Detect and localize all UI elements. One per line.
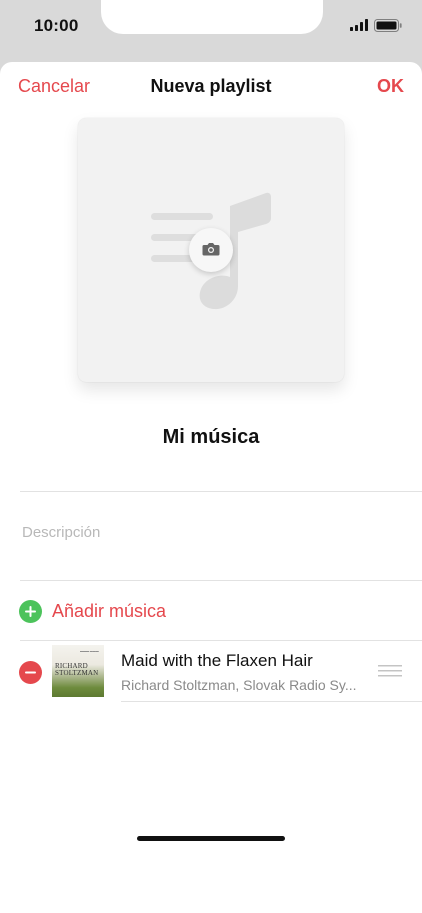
playlist-name-field[interactable]: Mi música	[0, 426, 422, 449]
add-icon[interactable]	[19, 600, 42, 623]
cancel-button[interactable]: Cancelar	[18, 76, 90, 97]
signal-icon	[350, 19, 368, 31]
divider	[20, 640, 422, 641]
album-art: ▬▬▬ ▬▬▬ RICHARD STOLTZMAN	[52, 645, 104, 697]
description-field[interactable]: Descripción	[22, 524, 100, 541]
add-music-button[interactable]: Añadir música	[52, 601, 166, 622]
remove-icon[interactable]	[19, 661, 42, 684]
track-title: Maid with the Flaxen Hair	[121, 651, 313, 670]
status-time: 10:00	[34, 16, 79, 35]
reorder-handle-icon[interactable]	[378, 665, 402, 677]
divider	[20, 491, 422, 492]
home-indicator[interactable]	[137, 836, 285, 841]
camera-icon	[202, 243, 220, 256]
battery-icon	[374, 19, 402, 32]
playlist-artwork[interactable]	[78, 118, 344, 382]
track-artist: Richard Stoltzman, Slovak Radio Sy...	[121, 677, 357, 693]
new-playlist-sheet: Nueva playlist Cancelar OK Mi música Des…	[0, 62, 422, 913]
divider	[20, 580, 422, 581]
status-bar: 10:00	[0, 0, 422, 60]
divider	[121, 701, 422, 702]
ok-button[interactable]: OK	[377, 76, 404, 97]
notch	[101, 0, 323, 34]
album-art-text: RICHARD STOLTZMAN	[55, 662, 99, 677]
camera-button[interactable]	[189, 228, 233, 272]
